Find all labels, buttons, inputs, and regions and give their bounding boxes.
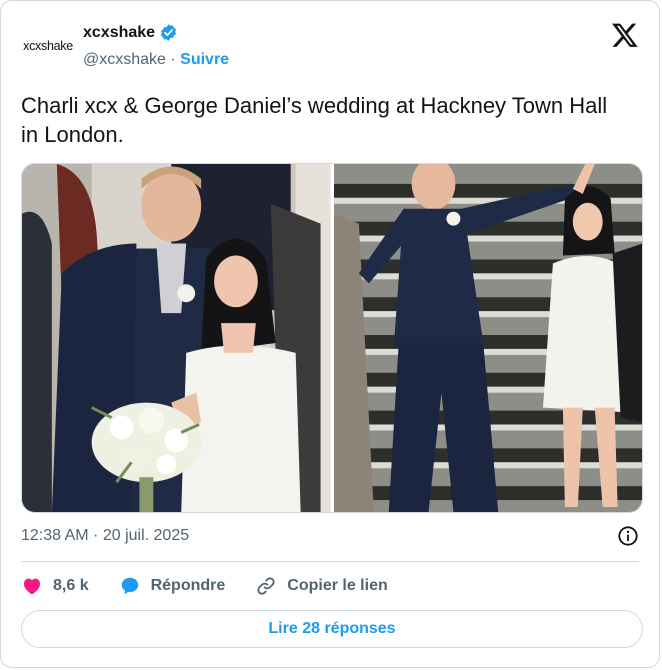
tweet-media[interactable] <box>21 163 643 513</box>
tweet-text: Charli xcx & George Daniel’s wedding at … <box>21 93 608 147</box>
tweet-actions: 8,6 k Répondre Copier le lien <box>21 573 418 599</box>
verified-badge-icon <box>161 24 177 41</box>
wedding-photo-2-image <box>333 164 642 512</box>
copy-link-button[interactable]: Copier le lien <box>255 575 388 597</box>
reply-bubble-icon <box>121 577 138 595</box>
author-display-name[interactable]: xcxshake <box>83 24 155 42</box>
author-handle-row: @xcxshake · Suivre <box>83 51 229 69</box>
info-icon[interactable] <box>617 525 639 547</box>
heart-icon <box>23 578 41 595</box>
reply-label: Répondre <box>150 577 226 594</box>
tweet-header: xcxshake xcxshake @xcxshake · Suivre <box>21 21 639 73</box>
like-count: 8,6 k <box>53 577 89 594</box>
reply-button[interactable]: Répondre <box>119 575 226 597</box>
author-handle[interactable]: @xcxshake <box>83 51 166 68</box>
wedding-photo-1[interactable] <box>22 164 331 512</box>
copy-link-label: Copier le lien <box>287 577 388 594</box>
author-name-row: xcxshake <box>83 23 178 42</box>
tweet-timestamp[interactable]: 12:38 AM · 20 juil. 2025 <box>21 527 189 545</box>
link-icon <box>257 577 275 595</box>
read-replies-button[interactable]: Lire 28 réponses <box>21 610 643 648</box>
divider <box>21 561 639 562</box>
tweet-embed-card: xcxshake xcxshake @xcxshake · Suivre Cha… <box>0 0 660 668</box>
avatar[interactable]: xcxshake <box>21 25 75 67</box>
like-button[interactable]: 8,6 k <box>21 575 89 597</box>
wedding-photo-1-image <box>22 164 331 512</box>
follow-button[interactable]: Suivre <box>180 51 229 68</box>
wedding-photo-2[interactable] <box>333 164 642 512</box>
x-logo-icon[interactable] <box>611 21 639 49</box>
handle-separator: · <box>165 51 181 68</box>
